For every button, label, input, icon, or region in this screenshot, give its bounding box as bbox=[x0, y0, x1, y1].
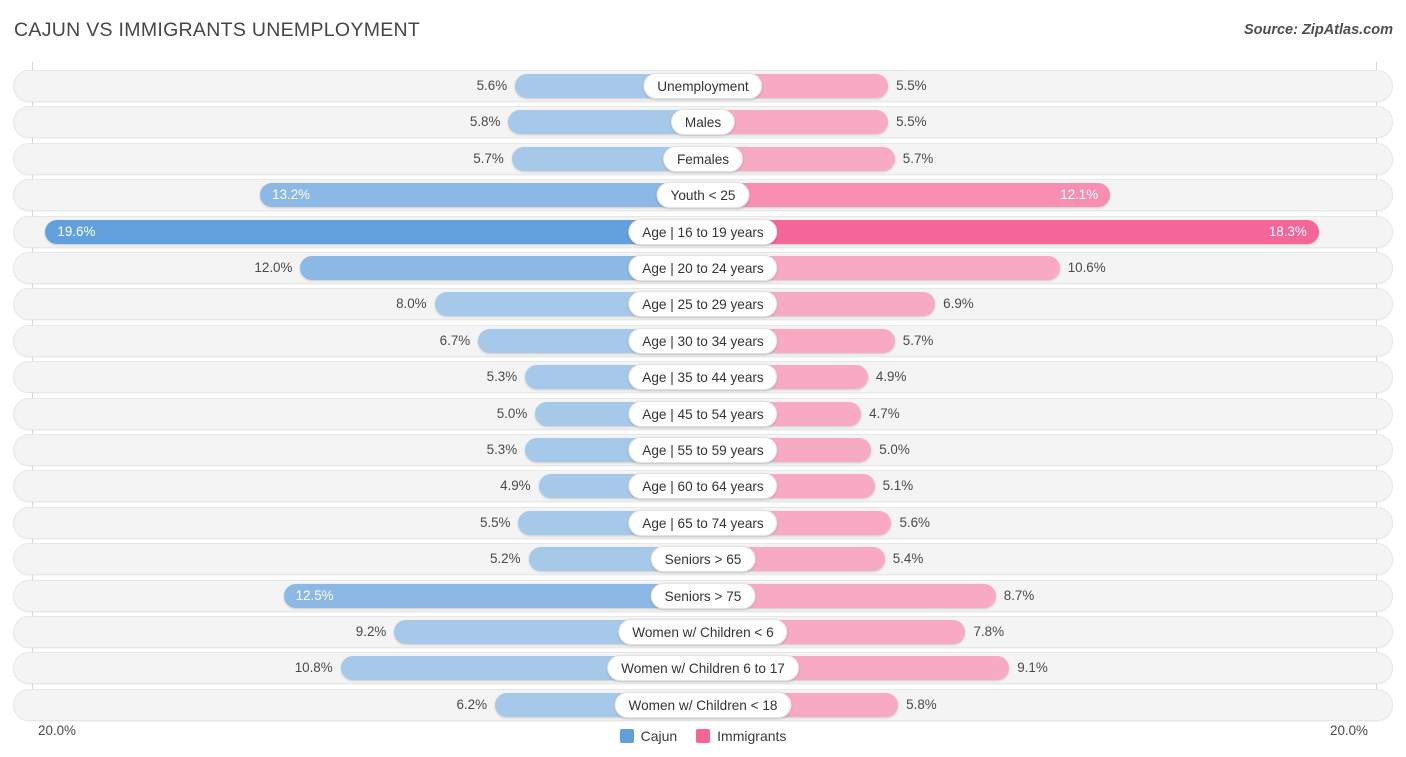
chart-row: 8.0% 6.9% Age | 25 to 29 years bbox=[13, 288, 1393, 321]
chart-row: 4.9% 5.1% Age | 60 to 64 years bbox=[13, 470, 1393, 503]
chart-footer: 20.0% 20.0% Cajun Immigrants bbox=[0, 718, 1406, 757]
chart-row: 5.7% 5.7% Females bbox=[13, 142, 1393, 175]
category-label-pill[interactable]: Youth < 25 bbox=[656, 182, 750, 209]
chart-row: 5.5% 5.6% Age | 65 to 74 years bbox=[13, 506, 1393, 539]
chart-row: 12.5% 8.7% Seniors > 75 bbox=[13, 579, 1393, 612]
bar-value-cajun: 12.0% bbox=[254, 260, 293, 275]
bar-value-immigrants: 5.5% bbox=[896, 78, 927, 93]
chart-row: 5.2% 5.4% Seniors > 65 bbox=[13, 543, 1393, 576]
bar-value-immigrants: 9.1% bbox=[1017, 660, 1048, 676]
legend-swatch-icon bbox=[696, 729, 711, 743]
category-label-pill[interactable]: Age | 55 to 59 years bbox=[628, 437, 778, 463]
bar-value-immigrants: 5.7% bbox=[902, 150, 934, 166]
bar-value-immigrants: 12.1% bbox=[1060, 187, 1099, 203]
category-label-pill[interactable]: Age | 25 to 29 years bbox=[628, 291, 778, 318]
source-attribution: Source: ZipAtlas.com bbox=[1243, 22, 1393, 38]
category-label-pill[interactable]: Age | 20 to 24 years bbox=[628, 255, 778, 281]
chart-row: 5.8% 5.5% Males bbox=[13, 106, 1393, 139]
bar-value-immigrants: 5.6% bbox=[899, 514, 930, 530]
bar-value-immigrants: 4.9% bbox=[875, 369, 907, 385]
bar-value-immigrants: 8.7% bbox=[1003, 587, 1035, 603]
bar-value-immigrants: 18.3% bbox=[1268, 223, 1307, 239]
category-label-pill[interactable]: Age | 65 to 74 years bbox=[628, 509, 778, 536]
chart-row: 9.2% 7.8% Women w/ Children < 6 bbox=[13, 616, 1393, 648]
chart-row: 10.8% 9.1% Women w/ Children 6 to 17 bbox=[13, 652, 1393, 685]
bar-cajun bbox=[260, 183, 703, 208]
chart-row: 5.3% 4.9% Age | 35 to 44 years bbox=[13, 361, 1393, 394]
bar-value-immigrants: 10.6% bbox=[1067, 260, 1106, 275]
bar-value-immigrants: 5.4% bbox=[892, 551, 924, 567]
bar-value-immigrants: 4.7% bbox=[869, 405, 900, 421]
bar-value-immigrants: 5.8% bbox=[906, 696, 937, 712]
bar-value-cajun: 5.5% bbox=[479, 514, 511, 530]
category-label-pill[interactable]: Age | 45 to 54 years bbox=[628, 400, 778, 427]
chart-row: 5.6% 5.5% Unemployment bbox=[13, 70, 1393, 102]
bar-value-cajun: 5.8% bbox=[469, 114, 501, 130]
bar-value-cajun: 8.0% bbox=[396, 296, 427, 312]
category-label-pill[interactable]: Age | 60 to 64 years bbox=[628, 473, 778, 500]
bar-value-cajun: 5.3% bbox=[486, 369, 518, 385]
legend-label: Cajun bbox=[640, 728, 678, 744]
legend-swatch-icon bbox=[619, 729, 634, 743]
bar-value-cajun: 12.5% bbox=[295, 587, 334, 603]
chart-root: CAJUN VS IMMIGRANTS UNEMPLOYMENT Source:… bbox=[0, 0, 1406, 757]
bar-value-cajun: 5.6% bbox=[476, 78, 508, 93]
category-label-pill[interactable]: Unemployment bbox=[643, 73, 763, 99]
bar-value-immigrants: 6.9% bbox=[943, 296, 974, 312]
bar-value-cajun: 19.6% bbox=[57, 223, 96, 239]
category-label-pill[interactable]: Seniors > 65 bbox=[650, 546, 756, 573]
chart-row: 6.2% 5.8% Women w/ Children < 18 bbox=[13, 688, 1393, 721]
bar-value-cajun: 5.3% bbox=[486, 442, 518, 457]
category-label-pill[interactable]: Seniors > 75 bbox=[650, 582, 756, 609]
bar-value-immigrants: 5.5% bbox=[896, 114, 927, 130]
chart-row: 5.0% 4.7% Age | 45 to 54 years bbox=[13, 397, 1393, 430]
chart-row: 6.7% 5.7% Age | 30 to 34 years bbox=[13, 324, 1393, 357]
bar-value-cajun: 9.2% bbox=[355, 624, 387, 639]
legend-item[interactable]: Immigrants bbox=[696, 728, 786, 744]
bar-cajun bbox=[45, 219, 703, 244]
chart-row: 12.0% 10.6% Age | 20 to 24 years bbox=[13, 252, 1393, 284]
bar-value-cajun: 10.8% bbox=[294, 660, 333, 676]
bar-value-cajun: 13.2% bbox=[272, 187, 311, 203]
chart-row: 5.3% 5.0% Age | 55 to 59 years bbox=[13, 434, 1393, 466]
bar-value-immigrants: 7.8% bbox=[973, 624, 1004, 639]
bar-value-cajun: 5.2% bbox=[490, 551, 521, 567]
legend-label: Immigrants bbox=[717, 728, 787, 744]
legend-item[interactable]: Cajun bbox=[619, 728, 678, 744]
bar-value-immigrants: 5.0% bbox=[879, 442, 910, 457]
chart-legend: Cajun Immigrants bbox=[0, 721, 1406, 751]
bar-value-cajun: 6.7% bbox=[439, 332, 471, 348]
category-label-pill[interactable]: Women w/ Children 6 to 17 bbox=[607, 655, 799, 682]
bar-cajun bbox=[283, 583, 703, 608]
chart-plot-area: 5.6% 5.5% Unemployment 5.8% 5.5% Males 5.7% 5.7… bbox=[0, 62, 1406, 722]
page-title: CAJUN VS IMMIGRANTS UNEMPLOYMENT bbox=[14, 19, 421, 41]
category-label-pill[interactable]: Age | 35 to 44 years bbox=[628, 364, 778, 391]
bar-value-cajun: 5.7% bbox=[473, 150, 504, 166]
category-label-pill[interactable]: Women w/ Children < 18 bbox=[614, 691, 792, 718]
bar-value-cajun: 4.9% bbox=[500, 478, 531, 494]
chart-row: 13.2% 12.1% Youth < 25 bbox=[13, 179, 1393, 212]
category-label-pill[interactable]: Women w/ Children < 6 bbox=[618, 619, 788, 645]
category-label-pill[interactable]: Age | 30 to 34 years bbox=[628, 327, 778, 354]
bar-value-cajun: 5.0% bbox=[496, 405, 528, 421]
bar-value-cajun: 6.2% bbox=[456, 696, 487, 712]
category-label-pill[interactable]: Age | 16 to 19 years bbox=[628, 218, 778, 245]
chart-row: 19.6% 18.3% Age | 16 to 19 years bbox=[13, 215, 1393, 248]
category-label-pill[interactable]: Females bbox=[662, 145, 744, 172]
category-label-pill[interactable]: Males bbox=[670, 109, 736, 136]
bar-value-immigrants: 5.1% bbox=[882, 478, 914, 494]
bar-value-immigrants: 5.7% bbox=[902, 332, 934, 348]
